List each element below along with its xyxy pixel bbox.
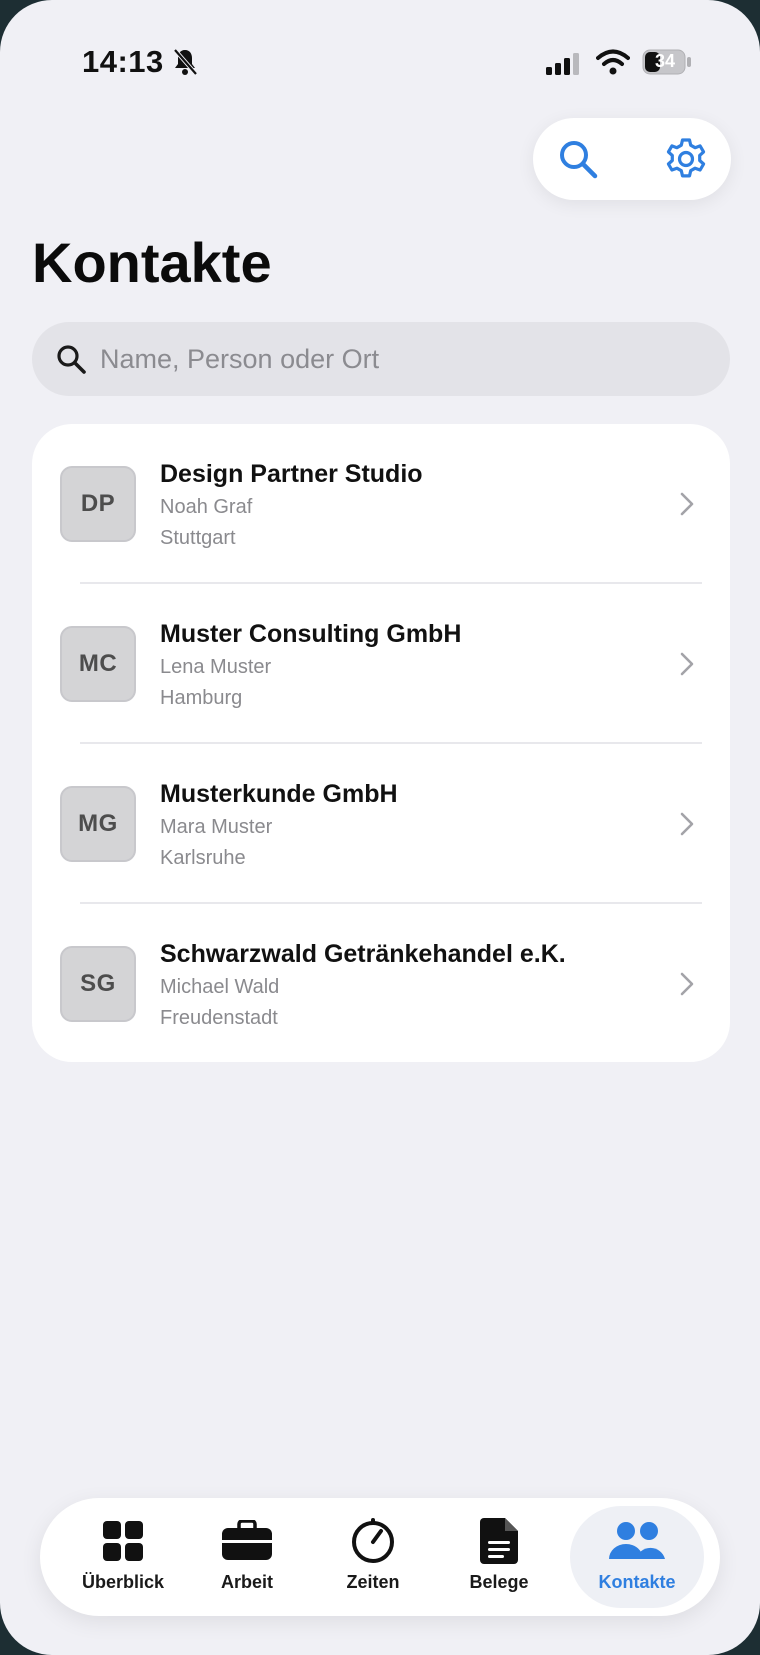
tab-belege[interactable]: Belege xyxy=(436,1506,562,1608)
contact-city: Karlsruhe xyxy=(160,847,246,869)
avatar: MG xyxy=(60,786,136,862)
settings-button[interactable] xyxy=(663,136,709,182)
contact-company: Musterkunde GmbH xyxy=(160,780,398,808)
contact-row[interactable]: MC Muster Consulting GmbH Lena Muster Ha… xyxy=(32,584,730,744)
battery-level: 34 xyxy=(654,51,676,71)
contact-company: Schwarzwald Getränkehandel e.K. xyxy=(160,940,566,968)
tab-label: Zeiten xyxy=(346,1572,400,1592)
contact-person: Michael Wald xyxy=(160,976,280,998)
search-icon xyxy=(57,345,86,374)
tab-bar: Überblick Arbeit Zeiten Belege Kontakte xyxy=(40,1498,720,1616)
tab-zeiten[interactable]: Zeiten xyxy=(310,1506,436,1608)
avatar: MC xyxy=(60,626,136,702)
battery-icon: 34 xyxy=(642,49,692,75)
tab-label: Kontakte xyxy=(598,1572,676,1592)
avatar: DP xyxy=(60,466,136,542)
people-icon xyxy=(609,1522,665,1559)
gear-icon xyxy=(666,138,706,178)
avatar: SG xyxy=(60,946,136,1022)
contact-city: Hamburg xyxy=(160,687,243,709)
contact-row[interactable]: MG Musterkunde GmbH Mara Muster Karlsruh… xyxy=(32,744,730,904)
toolbar-actions xyxy=(533,118,731,200)
contact-city: Stuttgart xyxy=(160,527,236,549)
tab-kontakte[interactable]: Kontakte xyxy=(570,1506,704,1608)
document-icon xyxy=(480,1518,518,1564)
chevron-right-icon xyxy=(680,652,694,676)
contacts-list: DP Design Partner Studio Noah Graf Stutt… xyxy=(32,424,730,1062)
search-input[interactable] xyxy=(98,328,682,390)
briefcase-icon xyxy=(222,1520,272,1560)
search-field[interactable] xyxy=(32,322,730,396)
app-screen: 14:13 34 Kontakte Name, Person oder Ort … xyxy=(0,0,760,1655)
page-title: Kontakte xyxy=(32,231,272,294)
chevron-right-icon xyxy=(680,492,694,516)
grid-icon xyxy=(103,1521,143,1561)
contact-person: Mara Muster xyxy=(160,816,273,838)
tab-ueberblick[interactable]: Überblick xyxy=(60,1506,186,1608)
contact-city: Freudenstadt xyxy=(160,1007,278,1029)
search-button[interactable] xyxy=(555,136,601,182)
tab-label: Belege xyxy=(469,1572,529,1592)
contact-company: Muster Consulting GmbH xyxy=(160,620,462,648)
contact-row[interactable]: SG Schwarzwald Getränkehandel e.K. Micha… xyxy=(32,904,730,1064)
wifi-icon xyxy=(596,49,630,75)
tab-label: Überblick xyxy=(81,1572,165,1592)
timer-icon xyxy=(352,1518,394,1563)
tab-arbeit[interactable]: Arbeit xyxy=(184,1506,310,1608)
contact-person: Lena Muster xyxy=(160,656,272,678)
status-time: 14:13 xyxy=(82,44,164,79)
tab-label: Arbeit xyxy=(220,1572,273,1592)
signal-icon xyxy=(546,53,579,75)
bell-slash-icon xyxy=(173,48,198,76)
contact-company: Design Partner Studio xyxy=(160,460,423,488)
chevron-right-icon xyxy=(680,812,694,836)
chevron-right-icon xyxy=(680,972,694,996)
search-icon xyxy=(560,141,598,179)
contact-person: Noah Graf xyxy=(160,496,253,518)
contact-row[interactable]: DP Design Partner Studio Noah Graf Stutt… xyxy=(32,424,730,584)
